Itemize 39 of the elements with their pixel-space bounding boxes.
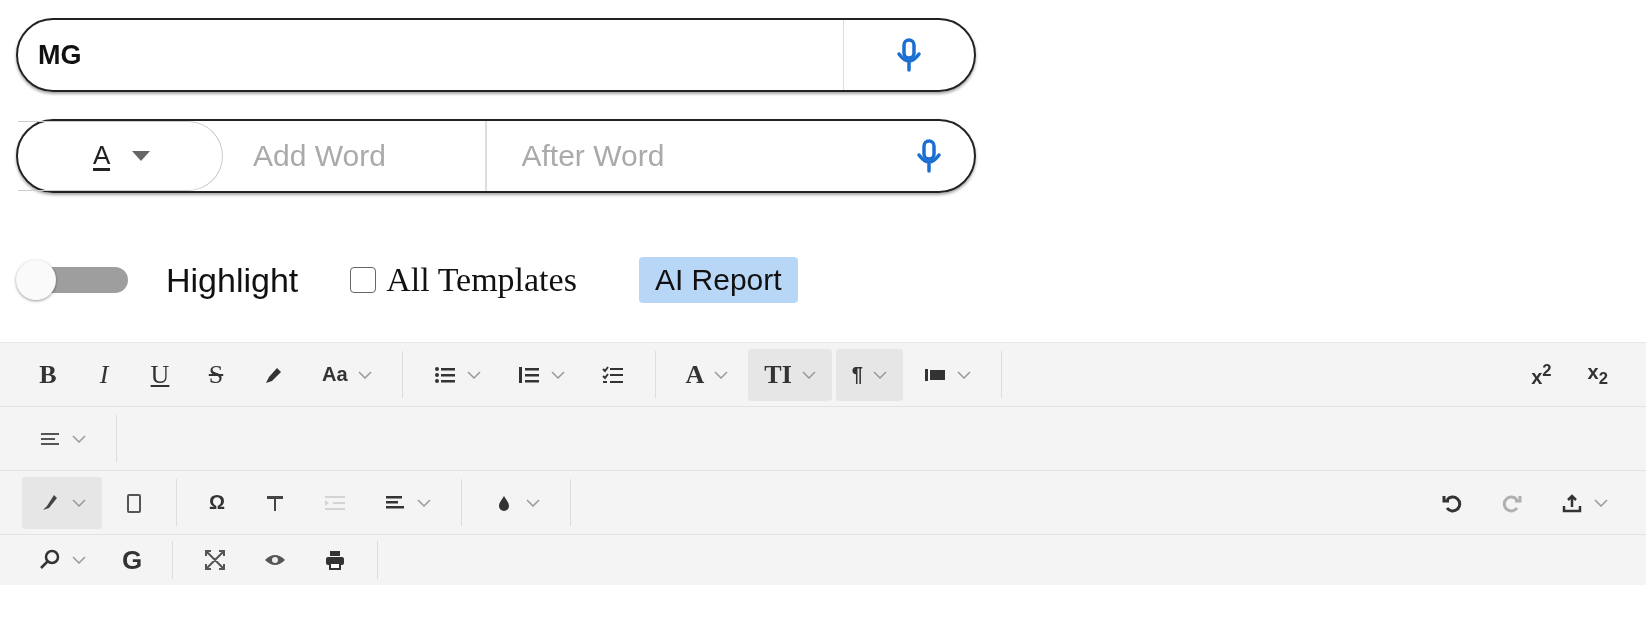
highlight-toggle[interactable] (16, 260, 128, 300)
chevron-down-icon (72, 556, 86, 564)
chevron-down-icon (801, 370, 816, 379)
expand-icon (203, 548, 228, 572)
chevron-down-icon (72, 498, 86, 507)
after-word-input[interactable]: After Word (486, 138, 884, 174)
chevron-down-icon (417, 498, 431, 507)
search-field[interactable]: MG (16, 18, 976, 92)
format-button[interactable]: TI (748, 348, 832, 401)
format-button[interactable]: ¶ (835, 348, 903, 401)
highlight-label: Highlight (166, 260, 299, 300)
microphone-icon[interactable] (896, 37, 922, 73)
ai-report-button[interactable]: AI Report (638, 257, 798, 303)
format-button[interactable]: U (134, 348, 186, 401)
all-templates-checkbox[interactable] (350, 267, 377, 293)
chevron-down-icon (526, 498, 540, 507)
chevron-down-icon (956, 370, 971, 379)
caret-icon (132, 151, 151, 161)
add-word-input[interactable]: Add Word (251, 138, 485, 174)
search-input[interactable]: MG (18, 38, 843, 72)
all-templates-label: All Templates (386, 261, 577, 299)
format-button[interactable]: B (22, 348, 74, 401)
chevron-down-icon (1594, 498, 1608, 507)
format-button[interactable]: S (190, 348, 242, 401)
microphone-icon[interactable] (916, 138, 942, 174)
chevron-down-icon (550, 370, 565, 379)
chevron-down-icon (72, 434, 86, 443)
chevron-down-icon (357, 370, 372, 379)
format-button[interactable]: G (106, 534, 159, 586)
format-button[interactable]: x$_{2}$ (1571, 348, 1624, 401)
format-button[interactable]: Aa (306, 348, 388, 401)
chevron-down-icon (872, 370, 887, 379)
format-button[interactable]: x$^{2}$ (1515, 348, 1568, 401)
format-button[interactable]: I (78, 348, 130, 401)
chevron-down-icon (714, 370, 729, 379)
word-field[interactable]: A Add Word After Word (16, 119, 976, 193)
chevron-down-icon (466, 370, 481, 379)
format-button[interactable]: Ω (191, 476, 243, 529)
format-button[interactable]: A (669, 348, 745, 401)
